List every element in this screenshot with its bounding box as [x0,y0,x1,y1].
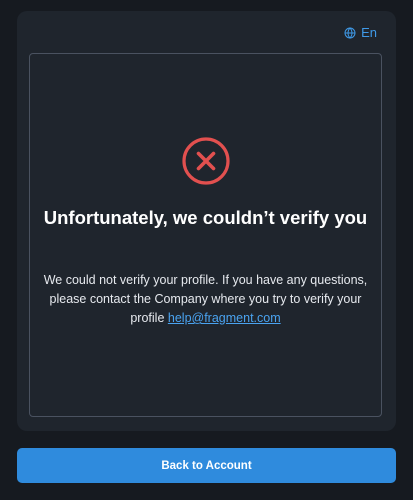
status-message: We could not verify your profile. If you… [42,271,369,328]
status-title: Unfortunately, we couldn’t verify you [43,207,368,228]
back-to-account-button[interactable]: Back to Account [17,448,396,483]
language-label: En [361,25,377,40]
language-selector[interactable]: En [344,25,377,40]
globe-icon [344,26,356,39]
result-panel: Unfortunately, we couldn’t verify you We… [29,53,382,417]
verification-card: En Unfortunately, we couldn’t verify you… [17,11,396,431]
error-x-circle-icon [181,136,231,186]
support-email-link[interactable]: help@fragment.com [168,311,281,325]
